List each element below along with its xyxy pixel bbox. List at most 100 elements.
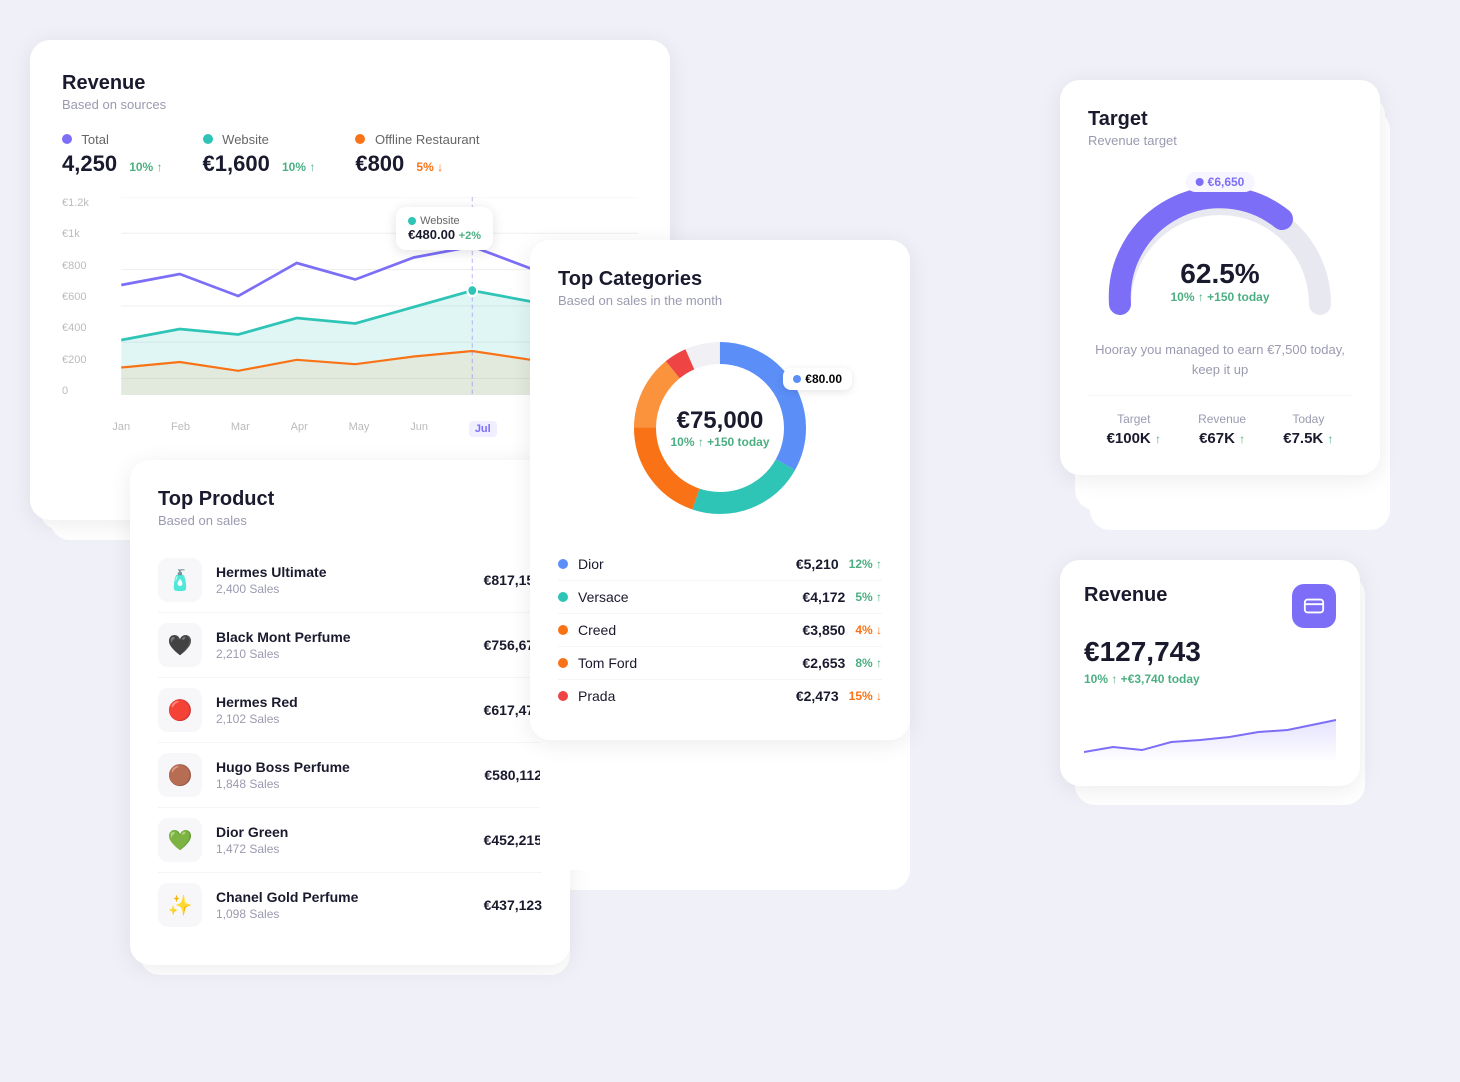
product-subtitle: Based on sales: [158, 513, 542, 528]
product-sales: 2,400 Sales: [216, 582, 470, 596]
product-price: €437,123: [484, 897, 542, 913]
gauge-change: 10% ↑ +150 today: [1170, 290, 1269, 304]
product-sales: 1,472 Sales: [216, 842, 470, 856]
gauge-badge: €6,650: [1186, 172, 1255, 192]
cat-dot: [558, 625, 568, 635]
list-item: 🔴 Hermes Red 2,102 Sales €617,475: [158, 678, 542, 743]
product-sales: 2,210 Sales: [216, 647, 470, 661]
revenue-small-card: Revenue €127,743 10% ↑ +€3,740 today: [1060, 560, 1360, 786]
list-item: ✨ Chanel Gold Perfume 1,098 Sales €437,1…: [158, 873, 542, 937]
donut-chart: €80.00 €75,000 10% ↑ +150 today: [558, 328, 882, 528]
metric-total: Total 4,250 10% ↑: [62, 132, 163, 177]
list-item: Tom Ford €2,653 8% ↑: [558, 647, 882, 680]
metric-offline: Offline Restaurant €800 5% ↓: [355, 132, 479, 177]
list-item: 🖤 Black Mont Perfume 2,210 Sales €756,67…: [158, 613, 542, 678]
target-badge-value: €6,650: [1208, 175, 1245, 189]
mini-chart: [1084, 702, 1336, 762]
total-change: 10% ↑: [129, 160, 162, 174]
product-price: €452,215: [484, 832, 542, 848]
categories-title: Top Categories: [558, 268, 882, 291]
category-list: Dior €5,210 12% ↑ Versace €4,172 5% ↑ Cr…: [558, 548, 882, 712]
product-name: Dior Green: [216, 824, 470, 840]
badge-dot: [793, 375, 801, 383]
website-change: 10% ↑: [282, 160, 315, 174]
target-card: Target Revenue target €6,650 62.5% 10% ↑…: [1060, 80, 1380, 475]
offline-label: Offline Restaurant: [375, 132, 480, 147]
product-title: Top Product: [158, 488, 542, 511]
badge-value: €80.00: [805, 372, 842, 386]
cat-dot: [558, 691, 568, 701]
tooltip-value: €480.00: [408, 227, 455, 242]
top-product-card: Top Product Based on sales 🧴 Hermes Ulti…: [130, 460, 570, 965]
target-message: Hooray you managed to earn €7,500 today,…: [1088, 340, 1352, 379]
product-image: 🧴: [158, 558, 202, 602]
offline-value: €800: [355, 151, 404, 176]
target-metric-today: Today €7.5K ↑: [1283, 412, 1333, 447]
list-item: 🟤 Hugo Boss Perfume 1,848 Sales €580,112: [158, 743, 542, 808]
cat-dot: [558, 559, 568, 569]
y-axis-labels: €1.2k €1k €800 €600 €400 €200 0: [62, 197, 89, 417]
mini-chart-svg: [1084, 702, 1336, 762]
product-image: 🖤: [158, 623, 202, 667]
product-image: 🟤: [158, 753, 202, 797]
total-label: Total: [81, 132, 108, 147]
target-subtitle: Revenue target: [1088, 133, 1352, 148]
list-item: Prada €2,473 15% ↓: [558, 680, 882, 712]
product-sales: 1,098 Sales: [216, 907, 470, 921]
donut-center: €75,000 10% ↑ +150 today: [670, 407, 769, 449]
product-sales: 1,848 Sales: [216, 777, 470, 791]
list-item: Dior €5,210 12% ↑: [558, 548, 882, 581]
product-name: Hugo Boss Perfume: [216, 759, 470, 775]
list-item: 💚 Dior Green 1,472 Sales €452,215: [158, 808, 542, 873]
website-dot: [203, 134, 213, 144]
website-value: €1,600: [203, 151, 270, 176]
categories-subtitle: Based on sales in the month: [558, 293, 882, 308]
rev-small-change: 10% ↑ +€3,740 today: [1084, 672, 1336, 686]
target-title: Target: [1088, 108, 1352, 131]
target-metric-revenue: Revenue €67K ↑: [1198, 412, 1246, 447]
tooltip-label: Website: [420, 215, 460, 227]
card-icon: [1303, 595, 1325, 617]
revenue-title: Revenue: [62, 72, 638, 95]
target-metrics: Target €100K ↑ Revenue €67K ↑ Today €7.5…: [1088, 395, 1352, 447]
product-image: 💚: [158, 818, 202, 862]
offline-dot: [355, 134, 365, 144]
donut-badge: €80.00: [783, 368, 852, 390]
total-dot: [62, 134, 72, 144]
gauge-center: 62.5% 10% ↑ +150 today: [1170, 258, 1269, 304]
list-item: Creed €3,850 4% ↓: [558, 614, 882, 647]
product-price: €580,112: [484, 767, 542, 783]
gauge-percentage: 62.5%: [1170, 258, 1269, 290]
product-name: Hermes Red: [216, 694, 470, 710]
website-label: Website: [222, 132, 269, 147]
gauge-chart: €6,650 62.5% 10% ↑ +150 today: [1088, 164, 1352, 324]
product-name: Black Mont Perfume: [216, 629, 470, 645]
cat-dot: [558, 592, 568, 602]
donut-value: €75,000: [670, 407, 769, 435]
list-item: 🧴 Hermes Ultimate 2,400 Sales €817,152: [158, 548, 542, 613]
offline-change: 5% ↓: [416, 160, 443, 174]
gauge-dot: [1196, 178, 1204, 186]
list-item: Versace €4,172 5% ↑: [558, 581, 882, 614]
rev-small-value: €127,743: [1084, 636, 1336, 668]
categories-card: Top Categories Based on sales in the mon…: [530, 240, 910, 740]
total-value: 4,250: [62, 151, 117, 176]
metric-website: Website €1,600 10% ↑: [203, 132, 316, 177]
product-sales: 2,102 Sales: [216, 712, 470, 726]
revenue-metrics: Total 4,250 10% ↑ Website €1,600 10% ↑ O…: [62, 132, 638, 177]
product-image: ✨: [158, 883, 202, 927]
rev-small-header: Revenue: [1084, 584, 1336, 628]
cat-dot: [558, 658, 568, 668]
product-name: Chanel Gold Perfume: [216, 889, 470, 905]
tooltip-change: +2%: [459, 230, 481, 242]
rev-small-title: Revenue: [1084, 584, 1167, 607]
donut-change: 10% ↑ +150 today: [670, 435, 769, 449]
product-list: 🧴 Hermes Ultimate 2,400 Sales €817,152 🖤…: [158, 548, 542, 937]
target-metric-target: Target €100K ↑: [1107, 412, 1161, 447]
revenue-subtitle: Based on sources: [62, 97, 638, 112]
tooltip-dot: [408, 217, 416, 225]
product-image: 🔴: [158, 688, 202, 732]
rev-small-icon: [1292, 584, 1336, 628]
product-name: Hermes Ultimate: [216, 564, 470, 580]
chart-tooltip: Website €480.00 +2%: [396, 207, 493, 250]
